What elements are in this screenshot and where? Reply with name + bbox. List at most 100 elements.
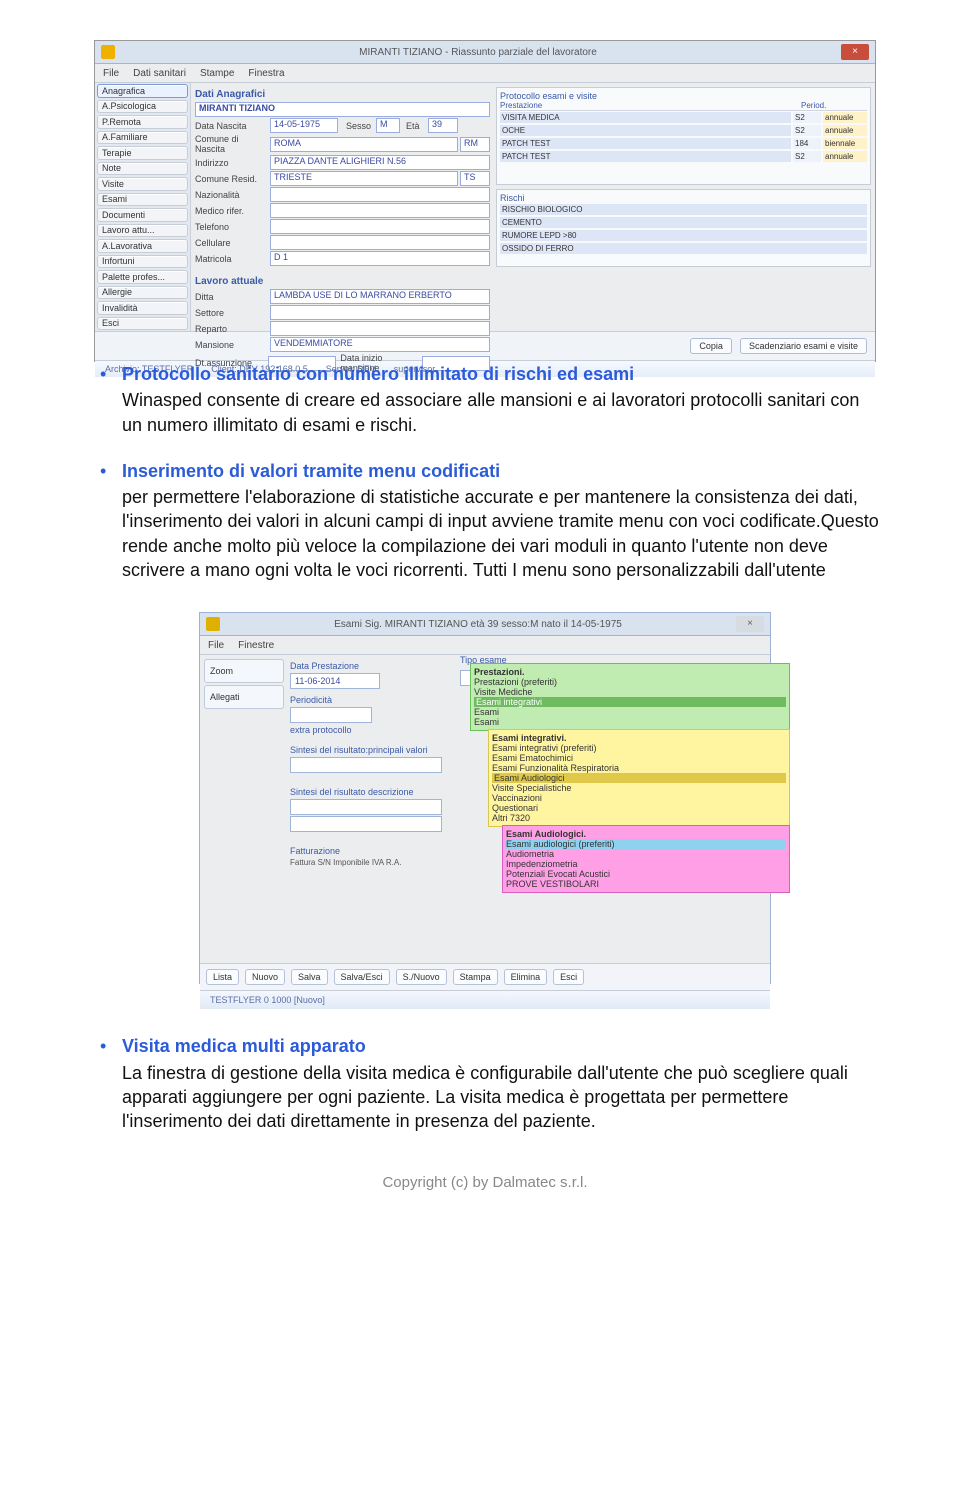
label: Ditta — [195, 292, 270, 302]
sidebar-item[interactable]: A.Familiare — [97, 131, 188, 145]
esci-button[interactable]: Esci — [553, 969, 584, 985]
settore-field[interactable] — [270, 305, 490, 320]
sidebar-item[interactable]: P.Remota — [97, 115, 188, 129]
menu-item[interactable]: Vaccinazioni — [492, 793, 786, 803]
menu-item[interactable]: Esami — [474, 707, 786, 717]
menu-item[interactable]: Audiometria — [506, 849, 786, 859]
sidebar-item[interactable]: Documenti — [97, 208, 188, 222]
ditta-field[interactable]: LAMBDA USE DI LO MARRANO ERBERTO — [270, 289, 490, 304]
sidebar-item[interactable]: Infortuni — [97, 255, 188, 269]
label: Data Nascita — [195, 121, 270, 131]
list-item: RUMORE LEPD >80 — [500, 229, 867, 242]
table-row: PATCH TEST184biennale — [500, 137, 867, 150]
cell: annuale — [823, 125, 867, 136]
eta-field[interactable]: 39 — [428, 118, 458, 133]
sidebar-item[interactable]: Esami — [97, 193, 188, 207]
periodicita-field[interactable] — [290, 707, 372, 723]
lista-button[interactable]: Lista — [206, 969, 239, 985]
sintesi-valori-field[interactable] — [290, 757, 442, 773]
rischi-box: Rischi RISCHIO BIOLOGICO CEMENTO RUMORE … — [496, 189, 871, 267]
sidebar-item-esci[interactable]: Esci — [97, 317, 188, 331]
section-header: Dati Anagrafici — [195, 89, 490, 100]
data-nascita-field[interactable]: 14-05-1975 — [270, 118, 338, 133]
menu-item[interactable]: Esami audiologici (preferiti) — [506, 839, 786, 849]
reparto-field[interactable] — [270, 321, 490, 336]
sidebar-item[interactable]: Palette profes... — [97, 270, 188, 284]
sidebar-item[interactable]: Lavoro attu... — [97, 224, 188, 238]
stampa-button[interactable]: Stampa — [453, 969, 498, 985]
menu-dati-sanitari[interactable]: Dati sanitari — [133, 68, 186, 79]
menu-item[interactable]: Questionari — [492, 803, 786, 813]
cell: 184 — [793, 138, 821, 149]
sidebar-item[interactable]: A.Lavorativa — [97, 239, 188, 253]
salva-button[interactable]: Salva — [291, 969, 328, 985]
status-text: TESTFLYER 0 1000 [Nuovo] — [210, 995, 325, 1005]
sidebar-item[interactable]: Visite — [97, 177, 188, 191]
label: Nazionalità — [195, 190, 270, 200]
nazionalita-field[interactable] — [270, 187, 490, 202]
salva-esci-button[interactable]: Salva/Esci — [334, 969, 390, 985]
sidebar-item[interactable]: Allergie — [97, 286, 188, 300]
prov-field[interactable]: TS — [460, 171, 490, 186]
medico-field[interactable] — [270, 203, 490, 218]
mansione-field[interactable]: VENDEMMIATORE — [270, 337, 490, 352]
sidebar-item[interactable]: A.Psicologica — [97, 100, 188, 114]
feature-item: Visita medica multi apparato La finestra… — [90, 1034, 880, 1133]
comune-resid-field[interactable]: TRIESTE — [270, 171, 458, 186]
menu-file[interactable]: File — [103, 68, 119, 79]
sidebar-item-anagrafica[interactable]: Anagrafica — [97, 84, 188, 98]
label: Telefono — [195, 222, 270, 232]
feature-title: Inserimento di valori tramite menu codif… — [122, 461, 500, 481]
menu-item[interactable]: Visite Specialistiche — [492, 783, 786, 793]
name-field[interactable]: MIRANTI TIZIANO — [195, 102, 490, 117]
menu-item[interactable]: Potenziali Evocati Acustici — [506, 869, 786, 879]
nuovo-button[interactable]: Nuovo — [245, 969, 285, 985]
copia-button[interactable]: Copia — [690, 338, 732, 354]
sintesi-desc-field[interactable] — [290, 799, 442, 815]
menu-item[interactable]: Esami integrativi — [474, 697, 786, 707]
cell: PATCH TEST — [500, 151, 791, 162]
telefono-field[interactable] — [270, 219, 490, 234]
menu-item[interactable]: Esami Audiologici — [492, 773, 786, 783]
matricola-field[interactable]: D 1 — [270, 251, 490, 266]
menu-item[interactable]: Altri 7320 — [492, 813, 786, 823]
form-anagrafica: Dati Anagrafici MIRANTI TIZIANO Data Nas… — [195, 87, 490, 327]
sesso-field[interactable]: M — [376, 118, 400, 133]
cellulare-field[interactable] — [270, 235, 490, 250]
elimina-button[interactable]: Elimina — [504, 969, 548, 985]
menu-item[interactable]: Esami — [474, 717, 786, 727]
prov-field[interactable]: RM — [460, 137, 490, 152]
allegati-button[interactable]: Allegati — [204, 685, 284, 709]
menu-item[interactable]: Prestazioni (preferiti) — [474, 677, 786, 687]
esame-form: Data Prestazione 11-06-2014 Periodicità … — [290, 659, 766, 959]
sidebar-item[interactable]: Note — [97, 162, 188, 176]
label: Medico rifer. — [195, 206, 270, 216]
menu-item[interactable]: Esami Funzionalità Respiratoria — [492, 763, 786, 773]
scadenziario-button[interactable]: Scadenziario esami e visite — [740, 338, 867, 354]
data-prestazione-field[interactable]: 11-06-2014 — [290, 673, 380, 689]
menu-finestra[interactable]: Finestra — [248, 68, 284, 79]
indirizzo-field[interactable]: PIAZZA DANTE ALIGHIERI N.56 — [270, 155, 490, 170]
menu-file[interactable]: File — [208, 640, 224, 651]
menu-finestre[interactable]: Finestre — [238, 640, 274, 651]
list-item: CEMENTO — [500, 216, 867, 229]
s-nuovo-button[interactable]: S./Nuovo — [396, 969, 447, 985]
menu-item[interactable]: Impedenziometria — [506, 859, 786, 869]
menu-bar: File Dati sanitari Stampe Finestra — [95, 64, 875, 83]
sidebar-item[interactable]: Invalidità — [97, 301, 188, 315]
cell: annuale — [823, 112, 867, 123]
close-icon[interactable]: × — [841, 44, 869, 60]
zoom-button[interactable]: Zoom — [204, 659, 284, 683]
feature-item: Inserimento di valori tramite menu codif… — [90, 459, 880, 582]
menu-item[interactable]: PROVE VESTIBOLARI — [506, 879, 786, 889]
menu-item[interactable]: Esami Ematochimici — [492, 753, 786, 763]
close-icon[interactable]: × — [736, 616, 764, 632]
menu-stampe[interactable]: Stampe — [200, 68, 234, 79]
menu-item[interactable]: Esami integrativi (preferiti) — [492, 743, 786, 753]
sintesi-desc-field[interactable] — [290, 816, 442, 832]
sidebar-item[interactable]: Terapie — [97, 146, 188, 160]
menu-item[interactable]: Visite Mediche — [474, 687, 786, 697]
comune-nascita-field[interactable]: ROMA — [270, 137, 458, 152]
popup-esami-integrativi: Esami integrativi. Esami integrativi (pr… — [488, 729, 790, 827]
copyright: Copyright (c) by Dalmatec s.r.l. — [90, 1174, 880, 1191]
